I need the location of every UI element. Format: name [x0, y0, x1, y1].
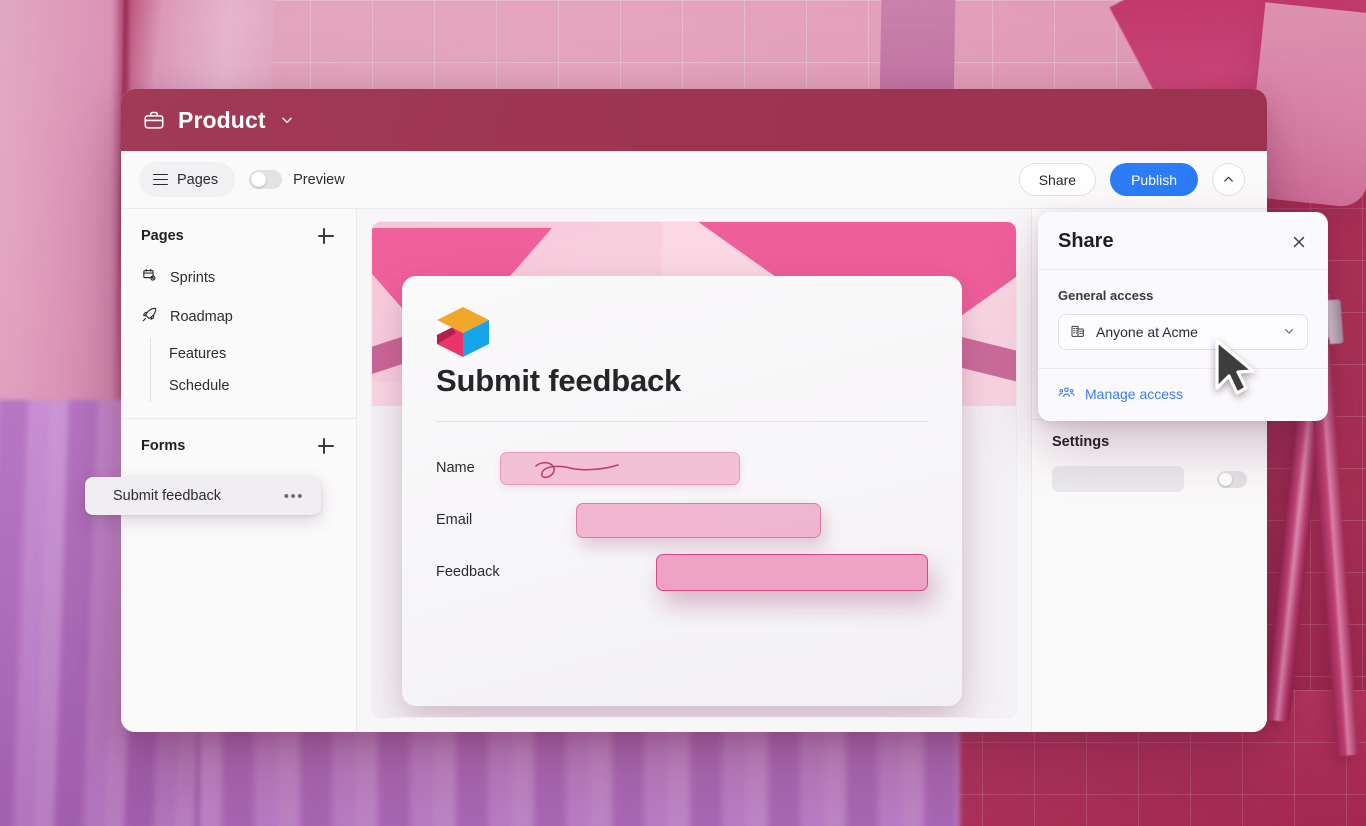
cube-logo — [436, 307, 492, 362]
setting-placeholder[interactable] — [1052, 466, 1184, 492]
sidebar-subitem-schedule[interactable]: Schedule — [151, 370, 356, 402]
pages-section-header: Pages — [121, 209, 356, 258]
canvas-area: Submit feedback Name Email Feedback — [357, 209, 1031, 732]
roadmap-sub-items: Features Schedule — [150, 338, 356, 402]
pages-button-label: Pages — [177, 171, 219, 188]
chevron-down-icon — [1282, 324, 1296, 341]
canvas: Submit feedback Name Email Feedback — [371, 221, 1017, 718]
share-popover: Share General access Anyone at Acme Mana… — [1038, 212, 1328, 421]
preview-label: Preview — [293, 171, 345, 188]
title-chevron-down-icon[interactable] — [279, 112, 295, 128]
share-popover-header: Share — [1038, 212, 1328, 270]
general-access-select[interactable]: Anyone at Acme — [1058, 314, 1308, 350]
field-label: Feedback — [436, 564, 500, 580]
form-field-feedback: Feedback — [436, 546, 928, 598]
manage-access-label: Manage access — [1085, 386, 1184, 402]
preview-control: Preview — [249, 170, 345, 189]
sidebar-subitem-features[interactable]: Features — [151, 338, 356, 370]
ellipsis-icon[interactable]: ••• — [284, 489, 304, 504]
email-input[interactable] — [576, 502, 821, 538]
settings-row — [1052, 466, 1247, 492]
page-title: Product — [178, 106, 266, 133]
rocket-icon — [141, 306, 158, 327]
sidebar-item-label: Roadmap — [170, 308, 233, 325]
building-icon — [1070, 323, 1086, 342]
sidebar-item-sprints[interactable]: Sprints — [121, 258, 356, 297]
share-button[interactable]: Share — [1018, 163, 1097, 196]
collapse-toolbar-button[interactable] — [1212, 163, 1245, 196]
left-sidebar: Pages Sprints Roadmap Features Schedule … — [121, 209, 357, 732]
general-access-value: Anyone at Acme — [1096, 324, 1198, 340]
share-popover-footer: Manage access — [1038, 369, 1328, 421]
sidebar-item-label: Sprints — [170, 269, 216, 286]
sidebar-item-roadmap[interactable]: Roadmap — [121, 297, 356, 336]
feedback-input[interactable] — [656, 553, 928, 591]
forms-section-header: Forms — [121, 419, 356, 468]
form-title: Submit feedback — [436, 363, 682, 398]
add-page-plus-icon[interactable] — [316, 226, 336, 246]
manage-access-link[interactable]: Manage access — [1058, 384, 1308, 404]
pages-section-title: Pages — [141, 228, 184, 244]
close-icon[interactable] — [1290, 233, 1308, 251]
share-popover-title: Share — [1058, 230, 1114, 252]
settings-section-title: Settings — [1052, 434, 1110, 450]
setting-toggle[interactable] — [1217, 470, 1247, 488]
people-group-icon — [1058, 384, 1075, 404]
hamburger-icon — [153, 173, 168, 186]
add-form-plus-icon[interactable] — [316, 436, 336, 456]
pages-toggle-button[interactable]: Pages — [139, 162, 236, 197]
publish-button[interactable]: Publish — [1110, 163, 1198, 196]
title-bar: Product — [121, 89, 1267, 151]
calendar-clock-icon — [141, 267, 158, 288]
form-list-item-submit-feedback[interactable]: Submit feedback ••• — [85, 477, 321, 515]
signature-scribble-icon — [535, 461, 619, 478]
briefcase-icon — [143, 109, 165, 131]
form-field-email: Email — [436, 494, 928, 546]
form-preview-card: Submit feedback Name Email Feedback — [402, 276, 962, 706]
general-access-section: General access Anyone at Acme — [1038, 270, 1328, 369]
form-field-name: Name — [436, 442, 928, 494]
preview-toggle[interactable] — [249, 170, 283, 189]
general-access-label: General access — [1058, 288, 1154, 303]
form-item-label: Submit feedback — [113, 488, 222, 504]
settings-section: Settings — [1032, 420, 1267, 502]
toolbar: Pages Preview Share Publish — [121, 151, 1267, 209]
field-label: Email — [436, 512, 473, 528]
forms-section-title: Forms — [141, 438, 186, 454]
name-input[interactable] — [500, 451, 740, 485]
